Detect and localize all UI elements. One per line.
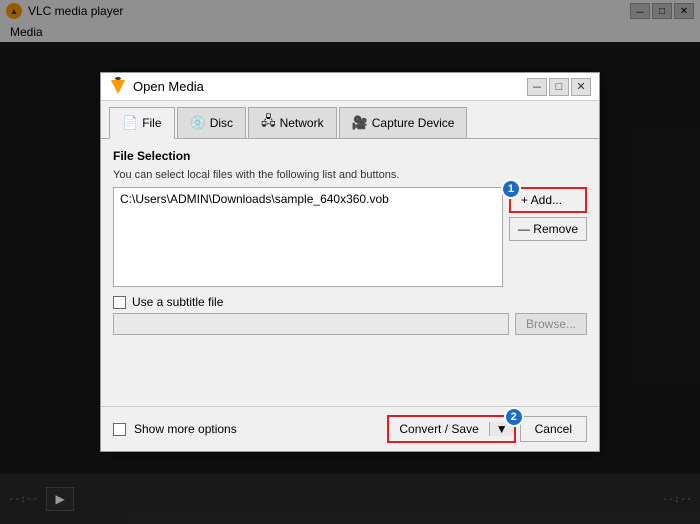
modal-overlay: Open Media － □ ✕ 📄 File 💿 Disc 🖧 Network (0, 0, 700, 524)
file-list[interactable]: C:\Users\ADMIN\Downloads\sample_640x360.… (113, 187, 503, 287)
file-selection-desc: You can select local files with the foll… (113, 169, 587, 181)
convert-badge: 2 (504, 407, 524, 427)
dialog-body: File Selection You can select local file… (101, 138, 599, 406)
dialog-minimize-button[interactable]: － (527, 78, 547, 96)
convert-save-button[interactable]: 2 Convert / Save ▼ (387, 415, 515, 443)
tab-disc[interactable]: 💿 Disc (177, 107, 247, 138)
tab-network-label: Network (280, 116, 324, 130)
dialog-title: Open Media (133, 79, 527, 94)
subtitle-input-row: Browse... (113, 313, 587, 335)
cancel-button[interactable]: Cancel (520, 416, 587, 442)
add-button-label: + Add... (521, 193, 562, 207)
subtitle-row: Use a subtitle file (113, 295, 587, 309)
remove-button[interactable]: — Remove (509, 217, 587, 241)
browse-button[interactable]: Browse... (515, 313, 587, 335)
file-area: C:\Users\ADMIN\Downloads\sample_640x360.… (113, 187, 587, 287)
dialog-vlc-logo (109, 78, 127, 96)
vlc-cone-icon (111, 80, 125, 94)
file-buttons: 1 + Add... — Remove (509, 187, 587, 287)
convert-save-label: Convert / Save (389, 422, 488, 436)
tab-capture-device[interactable]: 🎥 Capture Device (339, 107, 468, 138)
subtitle-label: Use a subtitle file (132, 295, 223, 309)
open-media-dialog: Open Media － □ ✕ 📄 File 💿 Disc 🖧 Network (100, 72, 600, 452)
add-badge: 1 (501, 179, 521, 199)
cancel-label: Cancel (535, 422, 572, 436)
list-item: C:\Users\ADMIN\Downloads\sample_640x360.… (120, 192, 496, 206)
subtitle-input[interactable] (113, 313, 509, 335)
tab-file[interactable]: 📄 File (109, 107, 175, 139)
show-more-checkbox[interactable] (113, 423, 126, 436)
capture-tab-icon: 🎥 (352, 115, 368, 131)
remove-button-label: — Remove (518, 222, 578, 236)
disc-tab-icon: 💿 (190, 115, 206, 131)
dialog-close-button[interactable]: ✕ (571, 78, 591, 96)
tab-file-label: File (142, 116, 161, 130)
dialog-footer: Show more options 2 Convert / Save ▼ Can… (101, 406, 599, 451)
network-tab-icon: 🖧 (261, 112, 276, 134)
add-button[interactable]: 1 + Add... (509, 187, 587, 213)
subtitle-checkbox[interactable] (113, 296, 126, 309)
show-more-label: Show more options (134, 422, 237, 436)
dialog-maximize-button[interactable]: □ (549, 78, 569, 96)
footer-right: 2 Convert / Save ▼ Cancel (387, 415, 587, 443)
file-tab-icon: 📄 (122, 115, 138, 131)
tab-capture-label: Capture Device (372, 116, 455, 130)
tab-disc-label: Disc (210, 116, 233, 130)
browse-button-label: Browse... (526, 317, 576, 331)
file-selection-title: File Selection (113, 149, 587, 163)
tab-network[interactable]: 🖧 Network (248, 107, 337, 138)
dialog-window-controls: － □ ✕ (527, 78, 591, 96)
dialog-tabs: 📄 File 💿 Disc 🖧 Network 🎥 Capture Device (101, 101, 599, 138)
dialog-titlebar: Open Media － □ ✕ (101, 73, 599, 101)
